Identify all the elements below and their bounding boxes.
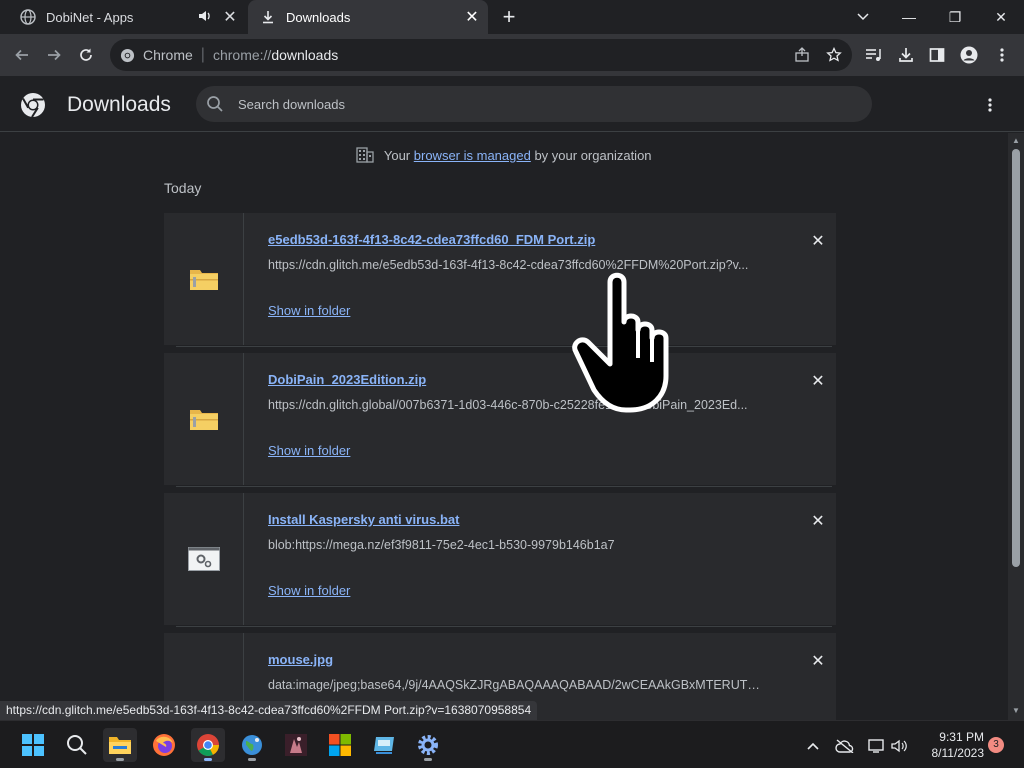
tab-title: Downloads	[286, 9, 351, 25]
scroll-up-arrow-icon[interactable]: ▲	[1011, 136, 1021, 146]
minimize-button[interactable]: —	[886, 0, 932, 34]
hand-pointer-cursor-icon	[572, 272, 669, 413]
download-source-url[interactable]: data:image/jpeg;base64,/9j/4AAQSkZJRgABA…	[268, 678, 768, 692]
restore-button[interactable]: ❐	[932, 0, 978, 34]
firefox-icon[interactable]	[147, 728, 181, 762]
chrome-taskbar-icon[interactable]	[191, 728, 225, 762]
search-icon	[206, 95, 224, 113]
share-icon[interactable]	[790, 43, 814, 67]
chrome-menu-icon[interactable]	[988, 41, 1016, 69]
search-icon[interactable]	[60, 728, 94, 762]
item-divider	[176, 346, 832, 347]
clock-time: 9:31 PM	[939, 730, 984, 744]
reload-button[interactable]	[72, 41, 100, 69]
file-explorer-icon[interactable]	[103, 728, 137, 762]
game-app-icon[interactable]	[279, 728, 313, 762]
download-source-url[interactable]: blob:https://mega.nz/ef3f9811-75e2-4ec1-…	[268, 538, 768, 552]
zip-folder-icon	[189, 270, 218, 290]
item-divider	[176, 626, 832, 627]
new-tab-button[interactable]: +	[497, 4, 521, 29]
status-url-bubble: https://cdn.glitch.me/e5edb53d-163f-4f13…	[0, 701, 538, 720]
forward-button[interactable]	[40, 41, 68, 69]
close-tab-icon[interactable]: ✕	[462, 7, 482, 27]
download-item: DobiPain_2023Edition.zip https://cdn.gli…	[164, 353, 836, 485]
download-filename-link[interactable]: DobiPain_2023Edition.zip	[268, 372, 426, 387]
windows-taskbar: 9:31 PM 8/11/2023 3	[0, 720, 1024, 768]
page-menu-icon[interactable]	[978, 94, 1002, 116]
side-panel-icon[interactable]	[923, 41, 951, 69]
managed-notice: Your browser is managed by your organiza…	[0, 147, 1008, 163]
system-clock[interactable]: 9:31 PM 8/11/2023	[914, 729, 985, 761]
vertical-scrollbar[interactable]: ▲ ▼	[1008, 133, 1024, 720]
show-in-folder-link[interactable]: Show in folder	[268, 443, 350, 458]
microsoft-store-icon[interactable]	[323, 728, 357, 762]
site-chip[interactable]: Chrome	[120, 47, 193, 63]
tab-downloads[interactable]: Downloads ✕	[248, 0, 488, 34]
download-filename-link[interactable]: mouse.jpg	[268, 652, 333, 667]
browser-managed-link[interactable]: browser is managed	[414, 148, 531, 163]
url-text[interactable]: chrome://downloads	[213, 47, 338, 63]
bookmark-star-icon[interactable]	[822, 43, 846, 67]
show-in-folder-link[interactable]: Show in folder	[268, 583, 350, 598]
batch-file-icon	[187, 547, 220, 571]
tab-title: DobiNet - Apps	[46, 9, 134, 25]
close-window-button[interactable]: ✕	[978, 0, 1024, 34]
scroll-down-arrow-icon[interactable]: ▼	[1011, 706, 1021, 716]
downloads-button[interactable]	[892, 41, 920, 69]
site-chip-label: Chrome	[143, 47, 193, 63]
download-filename-link[interactable]: e5edb53d-163f-4f13-8c42-cdea73ffcd60_FDM…	[268, 232, 595, 247]
search-downloads-box[interactable]	[196, 86, 872, 122]
address-bar[interactable]: Chrome | chrome://downloads	[110, 39, 852, 71]
download-icon	[260, 9, 276, 25]
tab-strip: DobiNet - Apps ✕ Downloads ✕ + — ❐ ✕	[0, 0, 1024, 34]
remove-download-icon[interactable]: ✕	[808, 231, 828, 251]
downloads-list: Your browser is managed by your organiza…	[0, 133, 1008, 720]
media-controls-icon[interactable]	[860, 41, 888, 69]
show-in-folder-link[interactable]: Show in folder	[268, 303, 350, 318]
download-filename-link[interactable]: Install Kaspersky anti virus.bat	[268, 512, 459, 527]
tab-search-chevron-icon[interactable]	[840, 0, 886, 34]
remove-download-icon[interactable]: ✕	[808, 651, 828, 671]
item-divider	[176, 486, 832, 487]
clock-date: 8/11/2023	[931, 746, 985, 760]
download-item: Install Kaspersky anti virus.bat blob:ht…	[164, 493, 836, 625]
building-icon	[356, 147, 375, 163]
chrome-icon	[120, 48, 135, 62]
chrome-logo-icon	[20, 92, 46, 118]
close-tab-icon[interactable]: ✕	[220, 7, 240, 27]
scrollbar-thumb[interactable]	[1012, 149, 1020, 567]
browser-toolbar: Chrome | chrome://downloads	[0, 34, 1024, 76]
globe-app-icon[interactable]	[235, 728, 269, 762]
downloads-header: Downloads	[0, 76, 1024, 132]
download-item: e5edb53d-163f-4f13-8c42-cdea73ffcd60_FDM…	[164, 213, 836, 345]
start-menu-icon[interactable]	[16, 728, 50, 762]
speaker-icon[interactable]	[198, 10, 216, 25]
back-button[interactable]	[8, 41, 36, 69]
profile-avatar-icon[interactable]	[955, 41, 983, 69]
globe-icon	[20, 9, 36, 25]
tab-dobinet-apps[interactable]: DobiNet - Apps ✕	[8, 0, 246, 34]
settings-gear-icon[interactable]	[411, 728, 445, 762]
show-hidden-icons-chevron-icon[interactable]	[802, 735, 824, 757]
remove-download-icon[interactable]: ✕	[808, 371, 828, 391]
notification-badge[interactable]: 3	[988, 737, 1004, 753]
date-heading: Today	[164, 180, 202, 196]
network-icon[interactable]	[866, 735, 888, 757]
app-window-icon[interactable]	[367, 728, 401, 762]
search-input[interactable]	[238, 86, 838, 122]
zip-folder-icon	[189, 410, 218, 430]
cloud-offline-icon[interactable]	[834, 735, 856, 757]
remove-download-icon[interactable]: ✕	[808, 511, 828, 531]
volume-icon[interactable]	[888, 735, 910, 757]
page-title: Downloads	[67, 93, 171, 116]
